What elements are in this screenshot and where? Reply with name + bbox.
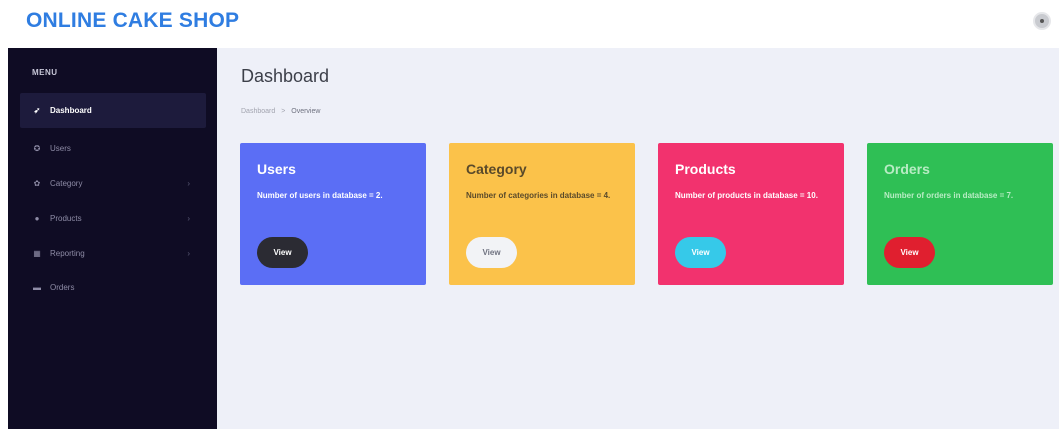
sidebar: MENU ➶ Dashboard ✪ Users ✿ Category › ● Products… — [8, 48, 217, 429]
card-description: Number of users in database = 2. — [257, 191, 383, 200]
chevron-right-icon: › — [187, 179, 190, 188]
sidebar-item-label: Products — [50, 214, 82, 223]
breadcrumb-current: Overview — [291, 108, 321, 115]
page-title: Dashboard — [241, 66, 330, 86]
chevron-right-icon: › — [187, 214, 190, 223]
rocket-icon: ➶ — [33, 106, 41, 115]
top-bar: ONLINE CAKE SHOP — [0, 0, 1059, 48]
card-title: Category — [466, 161, 527, 177]
cart-icon: ▬ — [33, 283, 41, 292]
main-content: Dashboard Dashboard > Overview Users Numb… — [217, 48, 1059, 429]
card-description: Number of categories in database = 4. — [466, 191, 611, 200]
view-orders-button[interactable]: View — [884, 237, 935, 268]
card-title: Orders — [884, 161, 930, 177]
card-title: Products — [675, 161, 736, 177]
brand-logo[interactable]: ONLINE CAKE SHOP — [26, 9, 239, 33]
breadcrumb: Dashboard > Overview — [241, 108, 320, 115]
chevron-right-icon: › — [187, 249, 190, 258]
bank-icon: ▦ — [33, 249, 41, 258]
user-icon: ✪ — [33, 144, 41, 153]
view-category-button[interactable]: View — [466, 237, 517, 268]
breadcrumb-separator: > — [281, 108, 286, 115]
card-category: Category Number of categories in database… — [449, 143, 635, 285]
user-avatar-icon[interactable] — [1033, 12, 1051, 30]
card-title: Users — [257, 161, 296, 177]
sidebar-item-label: Orders — [50, 283, 75, 292]
card-description: Number of products in database = 10. — [675, 191, 818, 200]
sidebar-item-reporting[interactable]: ▦ Reporting › — [20, 236, 206, 271]
settings-icon: ✿ — [33, 179, 41, 188]
breadcrumb-root[interactable]: Dashboard — [241, 108, 275, 115]
card-products: Products Number of products in database =… — [658, 143, 844, 285]
sidebar-item-label: Reporting — [50, 249, 85, 258]
view-products-button[interactable]: View — [675, 237, 726, 268]
card-orders: Orders Number of orders in database = 7. V… — [867, 143, 1053, 285]
sidebar-item-category[interactable]: ✿ Category › — [20, 166, 206, 201]
sidebar-item-products[interactable]: ● Products › — [20, 201, 206, 236]
sidebar-item-label: Users — [50, 144, 71, 153]
box-icon: ● — [34, 214, 40, 223]
card-description: Number of orders in database = 7. — [884, 191, 1014, 200]
sidebar-item-users[interactable]: ✪ Users — [20, 131, 206, 166]
card-users: Users Number of users in database = 2. Vie… — [240, 143, 426, 285]
sidebar-item-label: Dashboard — [50, 106, 92, 115]
sidebar-item-dashboard[interactable]: ➶ Dashboard — [20, 93, 206, 128]
view-users-button[interactable]: View — [257, 237, 308, 268]
sidebar-item-label: Category — [50, 179, 83, 188]
sidebar-item-orders[interactable]: ▬ Orders — [20, 270, 206, 305]
menu-heading: MENU — [32, 68, 58, 77]
